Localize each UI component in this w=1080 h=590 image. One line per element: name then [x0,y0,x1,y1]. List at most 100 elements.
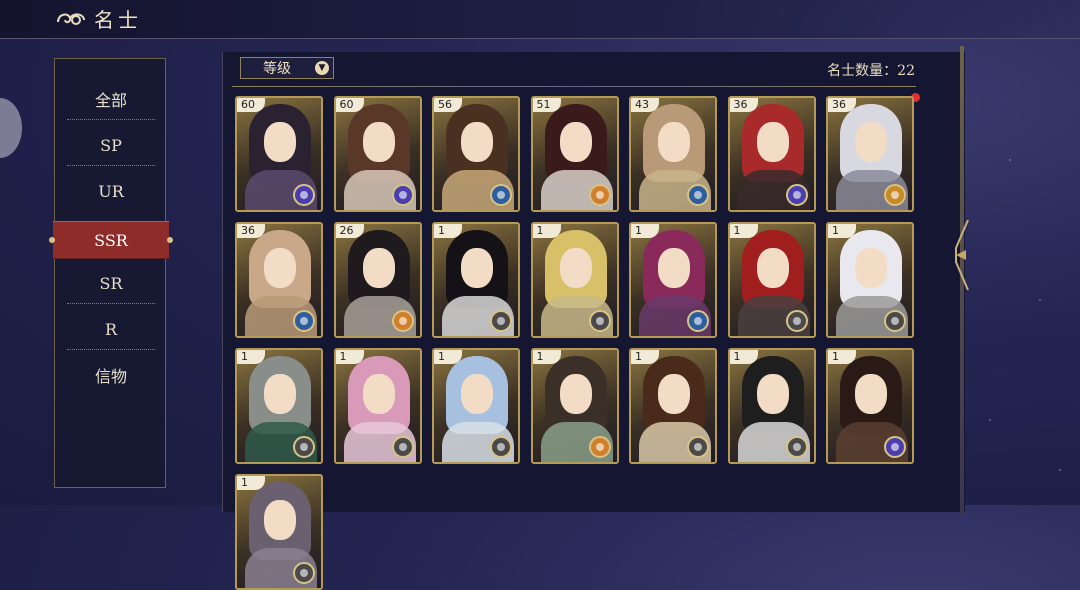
sidebar-item-label: SR [99,273,123,293]
level-badge: 1 [237,476,265,490]
character-card[interactable]: 26 [333,222,422,338]
element-orb-icon [884,184,906,206]
portrait-face [658,248,690,288]
character-card[interactable]: 60 [235,96,323,212]
portrait-face [461,374,493,414]
title-group: 名士 [56,4,142,33]
sidebar-item-label: SSR [94,230,128,250]
level-badge: 60 [237,98,265,112]
level-badge: 1 [828,224,856,238]
sidebar-item-r[interactable]: R [55,311,167,347]
chevron-down-icon: ▼ [315,61,329,75]
portrait-face [559,248,592,288]
sidebar-item-token[interactable]: 信物 [55,357,167,393]
character-card[interactable]: 1 [727,348,816,464]
element-orb-icon [588,184,611,206]
element-orb-icon [687,310,709,332]
divider [67,165,155,166]
character-card[interactable]: 1 [432,222,520,338]
portrait-face [855,122,887,162]
divider [67,349,155,350]
level-badge: 51 [532,98,561,112]
level-badge: 43 [631,98,659,112]
character-count: 名士数量：22 [827,63,915,79]
portrait-face [362,248,395,288]
sidebar-item-ur[interactable]: UR [55,173,167,209]
character-card[interactable]: 1 [235,474,323,590]
level-badge: 60 [335,98,364,112]
character-card[interactable]: 1 [629,222,717,338]
level-badge: 1 [237,350,265,364]
portrait-face [264,122,296,162]
element-orb-icon [391,436,414,458]
element-orb-icon [884,310,906,332]
character-card[interactable]: 1 [629,348,717,464]
sidebar-item-label: R [104,319,118,339]
character-card[interactable]: 1 [826,348,914,464]
portrait-face [461,248,493,288]
ornament-dot [167,237,173,243]
level-badge: 1 [434,350,462,364]
element-orb-icon [293,310,315,332]
character-card[interactable]: 36 [826,96,914,212]
element-orb-icon [884,436,906,458]
portrait-face [756,122,789,162]
element-orb-icon [490,310,512,332]
character-card[interactable]: 1 [333,348,422,464]
sort-label: 等级 [263,61,291,77]
level-badge: 1 [532,350,561,364]
portrait-face [855,248,887,288]
element-orb-icon [785,436,808,458]
sidebar-item-label: SP [100,135,122,155]
character-card[interactable]: 1 [826,222,914,338]
element-orb-icon [293,562,315,584]
level-badge: 36 [729,98,758,112]
element-orb-icon [785,184,808,206]
portrait-face [264,248,296,288]
level-badge: 36 [828,98,856,112]
character-card[interactable]: 60 [333,96,422,212]
character-card[interactable]: 43 [629,96,717,212]
character-card[interactable]: 1 [727,222,816,338]
character-card[interactable]: 1 [530,348,619,464]
character-card[interactable]: 51 [530,96,619,212]
character-card[interactable]: 36 [727,96,816,212]
sidebar-item-all[interactable]: 全部 [55,81,167,117]
element-orb-icon [588,436,611,458]
level-badge: 1 [729,350,758,364]
character-card[interactable]: 1 [530,222,619,338]
sort-dropdown[interactable]: 等级 ▼ [240,57,334,79]
level-badge: 1 [532,224,561,238]
portrait-face [756,248,789,288]
character-card[interactable]: 36 [235,222,323,338]
sidebar-item-ssr[interactable]: SSR [49,221,173,259]
element-orb-icon [391,184,414,206]
element-orb-icon [588,310,611,332]
sidebar-item-sr[interactable]: SR [55,265,167,301]
rarity-sidebar: 全部 SP UR SSR SR R 信物 [49,58,173,488]
portrait-face [264,500,296,540]
portrait-face [559,374,592,414]
element-orb-icon [490,184,512,206]
sidebar-item-label: 全部 [94,91,127,110]
element-orb-icon [687,184,709,206]
cloud-ornament-icon [57,12,85,25]
level-badge: 1 [828,350,856,364]
level-badge: 1 [631,350,659,364]
sidebar-item-sp[interactable]: SP [55,127,167,163]
element-orb-icon [785,310,808,332]
divider [67,119,155,120]
top-bar: 名士 [0,0,1080,39]
page-title: 名士 [94,8,142,32]
character-card[interactable]: 1 [432,348,520,464]
element-orb-icon [490,436,512,458]
character-card[interactable]: 1 [235,348,323,464]
ornament-dot [49,237,55,243]
character-card[interactable]: 56 [432,96,520,212]
portrait-face [855,374,887,414]
divider [67,303,155,304]
portrait-face [559,122,592,162]
collapse-arrow-icon[interactable] [948,220,970,290]
back-button[interactable] [0,98,22,158]
element-orb-icon [293,436,315,458]
